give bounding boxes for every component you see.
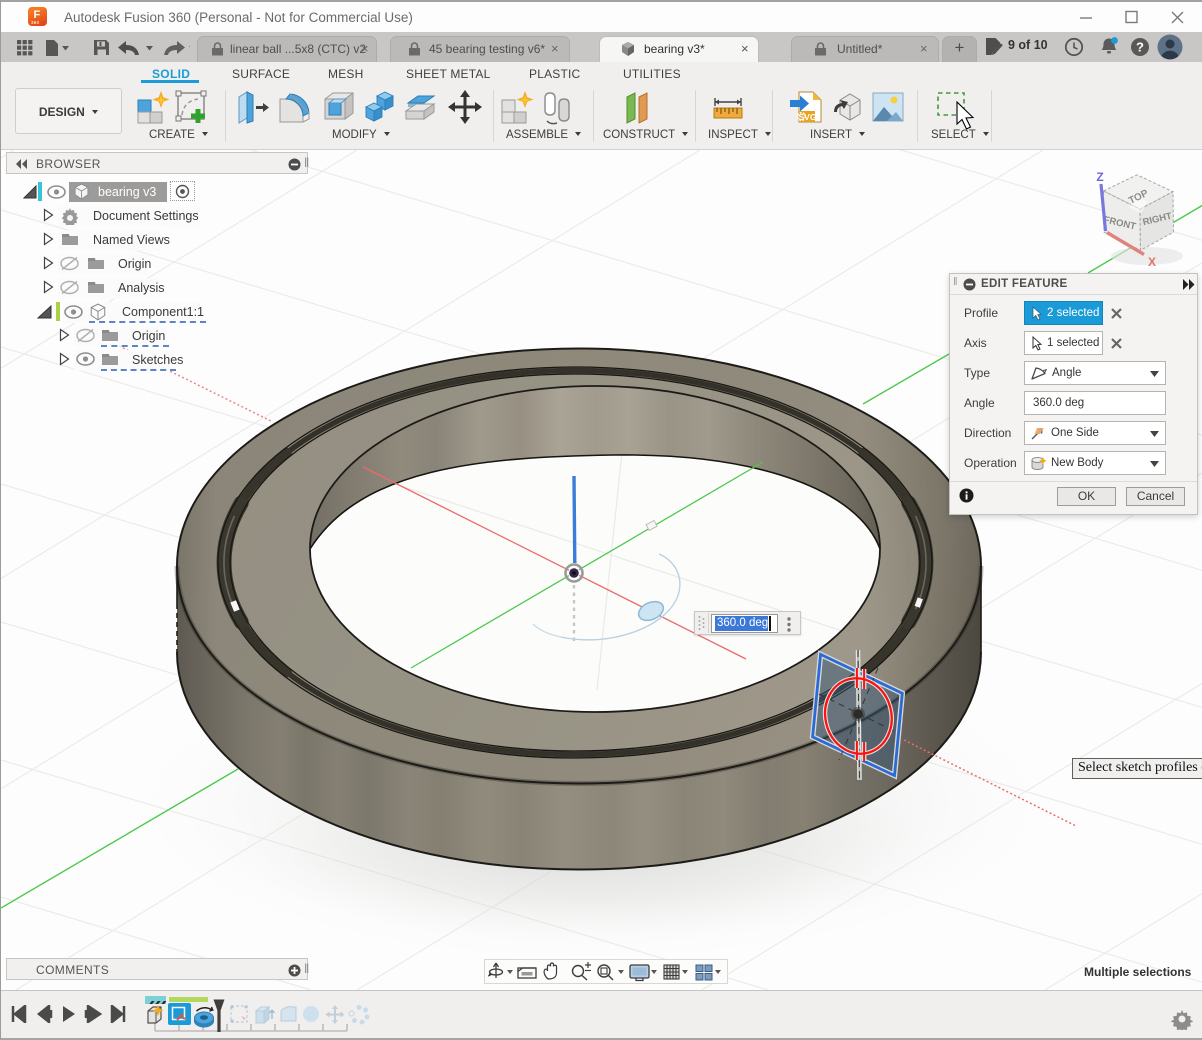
svg-text:SVG: SVG — [799, 112, 817, 122]
svg-text:X: X — [1148, 255, 1156, 269]
svg-text:?: ? — [1136, 40, 1144, 55]
svg-text:Z: Z — [1096, 170, 1103, 184]
